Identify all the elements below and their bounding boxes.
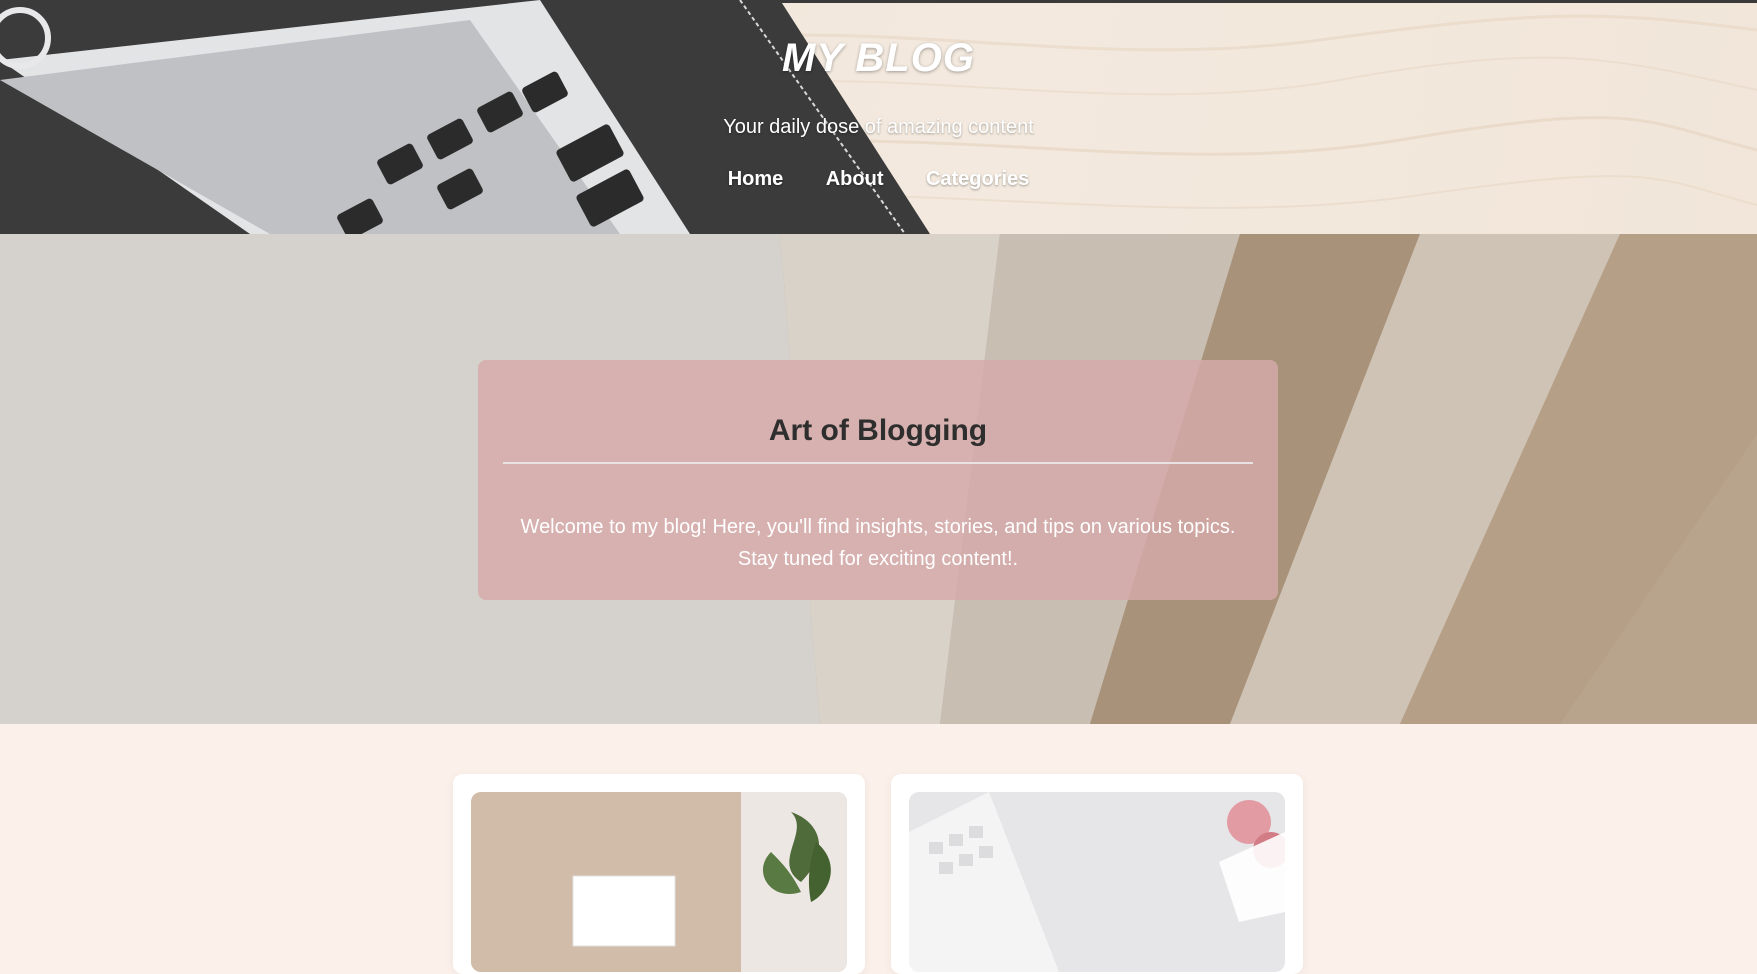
keyboard-photo [909, 792, 1285, 972]
hero-section: Art of Blogging Welcome to my blog! Here… [0, 234, 1757, 724]
hero-intro-card: Art of Blogging Welcome to my blog! Here… [478, 360, 1278, 600]
plant-photo [471, 792, 847, 972]
hero-title: Art of Blogging [768, 414, 988, 447]
main-nav: Home About Categories [0, 168, 1757, 191]
nav-home-link[interactable]: Home [728, 168, 784, 191]
post-card[interactable] [891, 774, 1303, 974]
site-title: MY BLOG [782, 36, 975, 80]
site-header: MY BLOG Your daily dose of amazing conte… [0, 0, 1757, 234]
nav-categories-link[interactable]: Categories [926, 168, 1029, 191]
hero-intro-text: Welcome to my blog! Here, you'll find in… [520, 516, 1236, 570]
nav-about-link[interactable]: About [826, 168, 884, 191]
post-cards [0, 724, 1757, 974]
post-card[interactable] [453, 774, 865, 974]
site-tagline: Your daily dose of amazing content [723, 116, 1034, 138]
hero-divider [503, 462, 1253, 464]
